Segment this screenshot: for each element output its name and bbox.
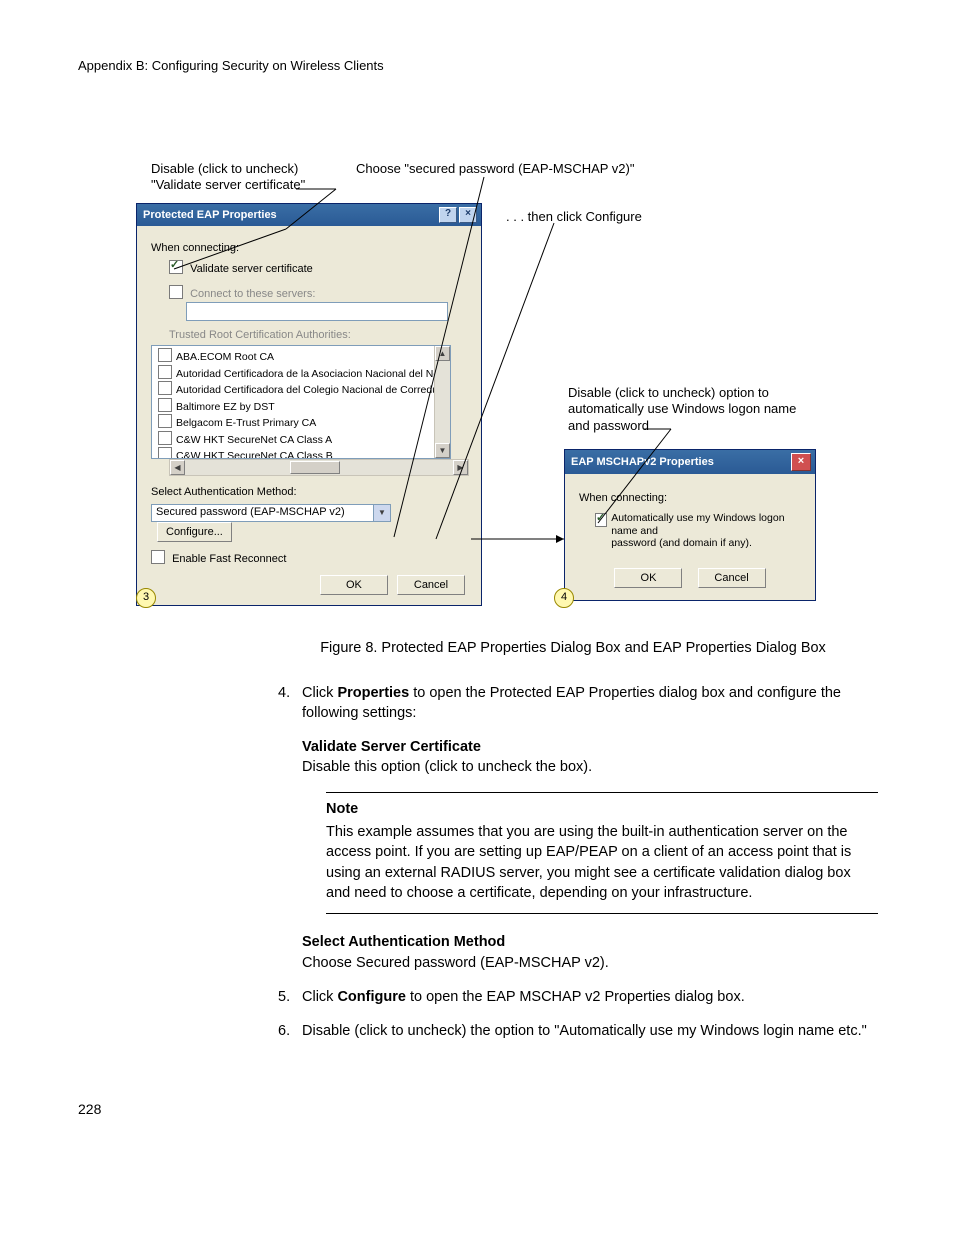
- body-text: 4. Click Properties to open the Protecte…: [278, 683, 878, 1042]
- validate-text: Disable this option (click to uncheck th…: [302, 757, 878, 777]
- note-label: Note: [326, 799, 878, 819]
- validate-heading: Validate Server Certificate: [302, 737, 878, 757]
- figure-8: Disable (click to uncheck)"Validate serv…: [136, 161, 906, 611]
- step-number: 5.: [278, 987, 302, 1007]
- note-text: This example assumes that you are using …: [326, 822, 878, 903]
- step-text: Click Configure to open the EAP MSCHAP v…: [302, 987, 745, 1007]
- step-text: Disable (click to uncheck) the option to…: [302, 1021, 867, 1041]
- step-text: Click Properties to open the Protected E…: [302, 683, 878, 724]
- pointer-lines: [136, 161, 906, 611]
- page-number: 228: [78, 1101, 884, 1117]
- step-number: 4.: [278, 683, 302, 724]
- running-header: Appendix B: Configuring Security on Wire…: [78, 58, 884, 73]
- selauth-text: Choose Secured password (EAP-MSCHAP v2).: [302, 953, 878, 973]
- selauth-heading: Select Authentication Method: [302, 932, 878, 952]
- note-box: Note This example assumes that you are u…: [326, 792, 878, 914]
- step-number: 6.: [278, 1021, 302, 1041]
- figure-caption: Figure 8. Protected EAP Properties Dialo…: [278, 639, 868, 659]
